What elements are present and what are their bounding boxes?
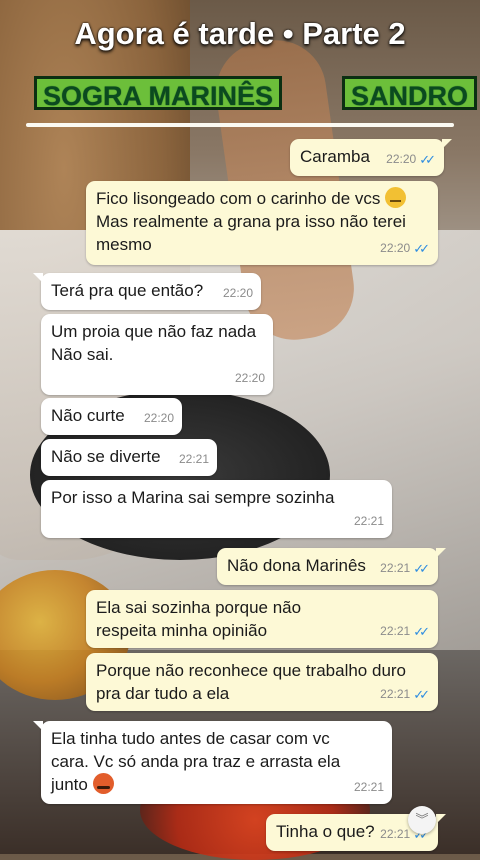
read-check-icon: ✓✓ bbox=[413, 241, 430, 256]
read-check-icon: ✓✓ bbox=[419, 152, 436, 167]
message-time: 22:20 bbox=[386, 152, 417, 166]
message-time: 22:21 bbox=[380, 624, 411, 638]
message-bubble[interactable]: Por isso a Marina sai sempre sozinha 22:… bbox=[41, 480, 392, 538]
message-meta: 22:20 bbox=[144, 407, 174, 430]
message-time: 22:21 bbox=[380, 561, 411, 575]
message-bubble[interactable]: Fico lisongeado com o carinho de vcs Mas… bbox=[86, 181, 438, 265]
message-meta: 22:21 ✓✓ bbox=[380, 620, 430, 643]
message-time: 22:21 bbox=[353, 780, 384, 794]
message-text-line2: Mas realmente a grana pra isso não terei… bbox=[96, 212, 406, 254]
neutral-face-icon bbox=[385, 187, 407, 208]
angry-face-icon bbox=[92, 773, 114, 794]
message-bubble[interactable]: Ela sai sozinha porque não respeita minh… bbox=[86, 590, 438, 648]
message-time: 22:20 bbox=[222, 286, 253, 300]
message-meta: 22:20 bbox=[235, 367, 265, 390]
message-time: 22:21 bbox=[178, 452, 209, 466]
message-meta: 22:20 ✓✓ bbox=[386, 148, 436, 171]
message-meta: 22:21 ✓✓ bbox=[380, 683, 430, 706]
message-bubble[interactable]: Não se diverte 22:21 bbox=[41, 439, 217, 476]
message-bubble[interactable]: Não curte 22:20 bbox=[41, 398, 182, 435]
message-text: Terá pra que então? bbox=[51, 281, 204, 300]
message-bubble[interactable]: Ela tinha tudo antes de casar com vc car… bbox=[33, 721, 392, 804]
message-text: Fico lisongeado com o carinho de vcs bbox=[96, 189, 381, 208]
read-check-icon: ✓✓ bbox=[413, 561, 430, 576]
message-meta: 22:21 bbox=[354, 510, 384, 533]
read-check-icon: ✓✓ bbox=[413, 624, 430, 639]
message-text: Por isso a Marina sai sempre sozinha bbox=[51, 488, 335, 507]
message-time: 22:20 bbox=[143, 411, 174, 425]
message-text: Ela sai sozinha porque não respeita minh… bbox=[96, 598, 302, 640]
message-bubble[interactable]: Porque não reconhece que trabalho duro p… bbox=[86, 653, 438, 711]
message-text: Um proia que não faz nada Não sai. bbox=[51, 322, 257, 364]
message-bubble[interactable]: Um proia que não faz nada Não sai. 22:20 bbox=[41, 314, 273, 395]
chat-area[interactable]: Caramba 22:20 ✓✓ Fico lisongeado com o ca… bbox=[0, 0, 480, 854]
message-time: 22:20 bbox=[380, 241, 411, 255]
message-time: 22:20 bbox=[234, 371, 265, 385]
message-meta: 22:20 ✓✓ bbox=[380, 237, 430, 260]
message-bubble[interactable]: Não dona Marinês 22:21 ✓✓ bbox=[217, 548, 446, 585]
message-meta: 22:21 bbox=[179, 448, 209, 471]
message-bubble[interactable]: Terá pra que então? 22:20 bbox=[33, 273, 261, 310]
read-check-icon: ✓✓ bbox=[413, 687, 430, 702]
message-meta: 22:21 ✓✓ bbox=[380, 557, 430, 580]
message-time: 22:21 bbox=[353, 514, 384, 528]
message-bubble[interactable]: Caramba 22:20 ✓✓ bbox=[290, 139, 452, 176]
message-time: 22:21 bbox=[380, 687, 411, 701]
message-text: Porque não reconhece que trabalho duro p… bbox=[96, 661, 407, 703]
message-meta: 22:20 bbox=[223, 282, 253, 305]
chevron-double-down-icon[interactable]: ︾ bbox=[408, 806, 436, 834]
message-time: 22:21 bbox=[380, 827, 411, 841]
message-meta: 22:21 bbox=[354, 776, 384, 799]
